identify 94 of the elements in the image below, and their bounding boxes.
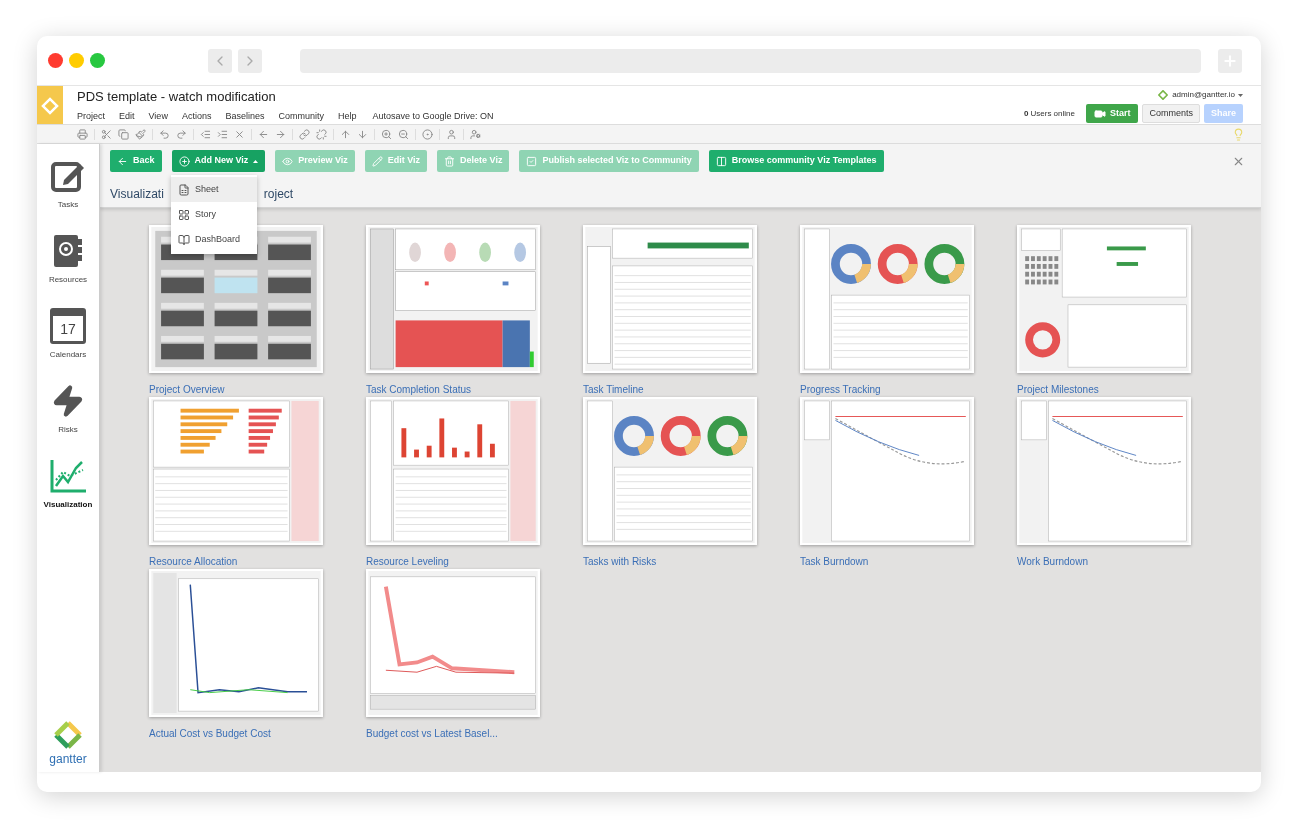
- pencil-icon: [371, 155, 383, 167]
- address-book-icon: [52, 233, 84, 269]
- dashboard-thumbnail[interactable]: [800, 397, 974, 545]
- user-icon[interactable]: [446, 128, 457, 140]
- dashboard-thumbnail[interactable]: [149, 569, 323, 717]
- minimize-window-icon[interactable]: [69, 53, 84, 68]
- menu-item[interactable]: View: [148, 110, 168, 124]
- menu-item[interactable]: Edit: [119, 110, 135, 124]
- plus-circle-icon: [178, 155, 190, 167]
- eye-icon: [282, 155, 294, 167]
- menu-item[interactable]: Help: [337, 110, 357, 124]
- sidebar-nav-item[interactable]: Risks: [38, 381, 98, 456]
- viz-title-link[interactable]: Work Burndown: [1017, 554, 1191, 569]
- dashboard-thumbnail[interactable]: [1017, 225, 1191, 373]
- menu-option[interactable]: Sheet: [171, 177, 257, 202]
- menu-option[interactable]: Story: [171, 202, 257, 227]
- brand-name: gantter: [49, 751, 87, 768]
- toolbar-button[interactable]: Browse community Viz Templates: [708, 150, 884, 172]
- video-camera-icon: [1093, 107, 1106, 120]
- document-title: PDS template - watch modification: [77, 89, 277, 105]
- arrow-down-icon[interactable]: [357, 128, 368, 140]
- viz-title-link[interactable]: Actual Cost vs Budget Cost: [149, 726, 323, 741]
- printer-icon[interactable]: [77, 128, 88, 140]
- dashboard-thumbnail[interactable]: [583, 397, 757, 545]
- maximize-window-icon[interactable]: [90, 53, 105, 68]
- app-logo[interactable]: [37, 86, 63, 125]
- arrow-up-icon[interactable]: [340, 128, 351, 140]
- dashboard-thumbnail[interactable]: [149, 397, 323, 545]
- section-heading: Visualizati: [110, 186, 164, 203]
- caret-icon: [253, 159, 259, 163]
- autosave-status: Autosave to Google Drive: ON: [372, 110, 494, 123]
- arrow-left-icon: [117, 155, 128, 167]
- dashboard-thumbnail[interactable]: [1017, 397, 1191, 545]
- dashboard-thumbnail[interactable]: [366, 569, 540, 717]
- copy-icon[interactable]: [118, 128, 129, 140]
- viz-title-link[interactable]: Budget cost vs Latest Basel...: [366, 726, 540, 741]
- viz-title-link[interactable]: Task Burndown: [800, 554, 974, 569]
- trash-icon: [444, 155, 456, 167]
- start-call-button[interactable]: Start: [1085, 104, 1139, 123]
- menu-item[interactable]: Baselines: [225, 110, 265, 124]
- link-icon[interactable]: [299, 128, 310, 140]
- cut-icon[interactable]: [101, 128, 112, 140]
- gantter-logo-icon: [1158, 90, 1169, 100]
- users-online-label: Users online: [1030, 107, 1075, 120]
- toolbar-button[interactable]: Add New Viz: [171, 150, 266, 172]
- users-online-count: 0: [1024, 107, 1029, 120]
- dashboard-thumbnail[interactable]: [366, 225, 540, 373]
- paintbrush-icon[interactable]: [135, 128, 146, 140]
- browser-back-button[interactable]: [208, 48, 232, 73]
- dashboard-thumbnail[interactable]: [149, 225, 323, 373]
- account-menu[interactable]: admin@gantter.io: [1172, 89, 1243, 101]
- viz-title-link[interactable]: Resource Leveling: [366, 554, 540, 569]
- sheet-icon: [178, 183, 190, 196]
- dashboard-thumbnail[interactable]: [583, 225, 757, 373]
- menu-item[interactable]: Project: [77, 110, 105, 124]
- close-window-icon[interactable]: [48, 53, 63, 68]
- comments-button[interactable]: Comments: [1142, 104, 1200, 123]
- lightning-icon: [51, 384, 85, 418]
- viz-title-link[interactable]: Tasks with Risks: [583, 554, 757, 569]
- viz-title-link[interactable]: Task Timeline: [583, 382, 757, 397]
- sidebar-nav-item[interactable]: Tasks: [38, 156, 98, 231]
- checkbox-icon: [526, 155, 538, 167]
- viz-title-link[interactable]: Progress Tracking: [800, 382, 974, 397]
- zoom-in-icon[interactable]: [381, 128, 392, 140]
- columns-icon: [715, 155, 727, 167]
- sidebar-nav-item[interactable]: 17 Calendars: [38, 306, 98, 381]
- dashboard-thumbnail[interactable]: [800, 225, 974, 373]
- calendar-day: 17: [60, 321, 76, 336]
- gantter-logo-icon: [53, 720, 83, 750]
- outdent-icon[interactable]: [200, 128, 211, 140]
- menu-item[interactable]: Actions: [181, 110, 212, 124]
- viz-title-link[interactable]: Resource Allocation: [149, 554, 323, 569]
- undo-icon[interactable]: [159, 128, 170, 140]
- viz-title-link[interactable]: Project Overview: [149, 382, 323, 397]
- sidebar-nav-item[interactable]: Resources: [38, 231, 98, 306]
- unlink-icon[interactable]: [316, 128, 327, 140]
- user-settings-icon[interactable]: [470, 128, 481, 140]
- section-heading: roject: [263, 186, 294, 203]
- viz-title-link[interactable]: Task Completion Status: [366, 382, 540, 397]
- indent-icon[interactable]: [217, 128, 228, 140]
- sidebar-nav-item[interactable]: Visualization: [38, 456, 98, 531]
- browser-forward-button[interactable]: [238, 48, 262, 73]
- menu-option[interactable]: DashBoard: [171, 227, 257, 252]
- delete-icon[interactable]: [234, 128, 245, 140]
- viz-title-link[interactable]: Project Milestones: [1017, 382, 1191, 397]
- line-chart-icon: [49, 458, 87, 494]
- redo-icon[interactable]: [176, 128, 187, 140]
- toolbar-button[interactable]: Back: [110, 150, 162, 172]
- menu-item[interactable]: Community: [278, 110, 324, 124]
- caret-icon: [1238, 93, 1243, 97]
- arrow-right-icon[interactable]: [275, 128, 286, 140]
- zoom-out-icon[interactable]: [398, 128, 409, 140]
- dashboard-thumbnail[interactable]: [366, 397, 540, 545]
- arrow-left-icon[interactable]: [258, 128, 269, 140]
